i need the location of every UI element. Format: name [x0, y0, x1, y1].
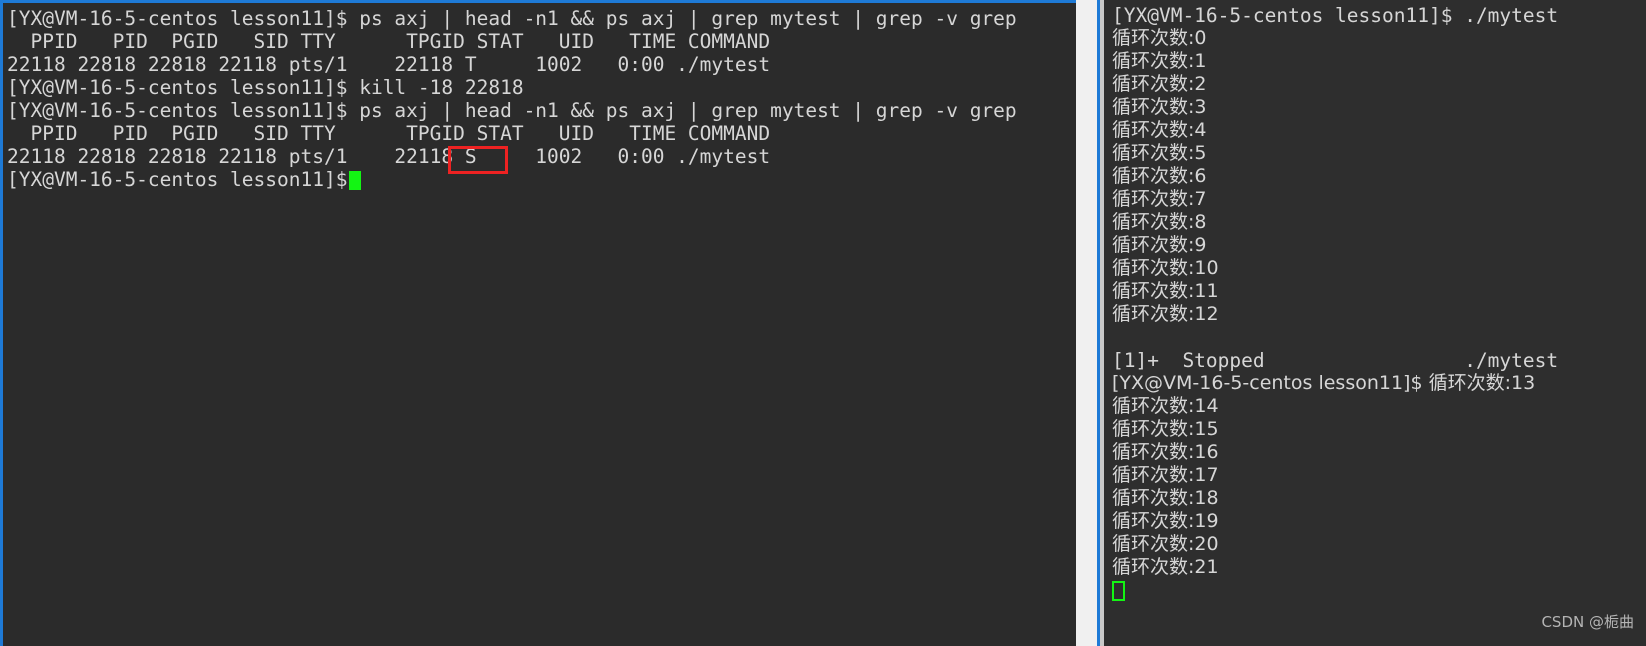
terminal-line: [1]+ Stopped ./mytest: [1112, 349, 1646, 372]
screenshot-root: [YX@VM-16-5-centos lesson11]$ ps axj | h…: [0, 0, 1646, 646]
terminal-line: PPID PID PGID SID TTY TPGID STAT UID TIM…: [7, 30, 1076, 53]
terminal-line: [YX@VM-16-5-centos lesson11]$ 循环次数:13: [1112, 372, 1646, 395]
loop-output: 循环次数:5: [1112, 142, 1207, 164]
left-pane-scrollbar-track[interactable]: [1076, 0, 1097, 646]
terminal-line: 循环次数:12: [1112, 303, 1646, 326]
terminal-line: [YX@VM-16-5-centos lesson11]$ ps axj | h…: [7, 99, 1076, 122]
loop-output: 循环次数:2: [1112, 73, 1207, 95]
loop-output: 循环次数:7: [1112, 188, 1207, 210]
left-terminal-content: [YX@VM-16-5-centos lesson11]$ ps axj | h…: [3, 3, 1076, 191]
terminal-line: 循环次数:11: [1112, 280, 1646, 303]
loop-output: 循环次数:14: [1112, 395, 1219, 417]
terminal-line: 循环次数:4: [1112, 119, 1646, 142]
terminal-line: 22118 22818 22818 22118 pts/1 22118 S 10…: [7, 145, 1076, 168]
terminal-line: 循环次数:2: [1112, 73, 1646, 96]
ps-header-row: PPID PID PGID SID TTY TPGID STAT UID TIM…: [7, 122, 771, 145]
terminal-line: [1112, 579, 1646, 602]
loop-output: 循环次数:19: [1112, 510, 1219, 532]
loop-output: 循环次数:21: [1112, 556, 1219, 578]
terminal-line: 循环次数:10: [1112, 257, 1646, 280]
loop-output: 循环次数:6: [1112, 165, 1207, 187]
watermark: CSDN @栀曲: [1541, 613, 1634, 631]
terminal-line: 循环次数:6: [1112, 165, 1646, 188]
terminal-line: 循环次数:18: [1112, 487, 1646, 510]
shell-prompt: [YX@VM-16-5-centos lesson11]$: [7, 168, 348, 191]
command-text: kill -18 22818: [347, 76, 524, 99]
terminal-line: 循环次数:1: [1112, 50, 1646, 73]
terminal-line: 循环次数:20: [1112, 533, 1646, 556]
terminal-line: [YX@VM-16-5-centos lesson11]$ kill -18 2…: [7, 76, 1076, 99]
command-text: [YX@VM-16-5-centos lesson11]$ ./mytest: [1112, 4, 1559, 27]
loop-output: 循环次数:11: [1112, 280, 1219, 302]
terminal-line: 循环次数:0: [1112, 27, 1646, 50]
terminal-line: 循环次数:3: [1112, 96, 1646, 119]
loop-output: 循环次数:16: [1112, 441, 1219, 463]
command-text: ps axj | head -n1 && ps axj | grep mytes…: [347, 7, 1017, 30]
terminal-line: 循环次数:16: [1112, 441, 1646, 464]
terminal-line: [YX@VM-16-5-centos lesson11]$ ./mytest: [1112, 4, 1646, 27]
terminal-line: 循环次数:8: [1112, 211, 1646, 234]
loop-output: 循环次数:20: [1112, 533, 1219, 555]
ps-data-row: 22118 22818 22818 22118 pts/1 22118 S 10…: [7, 145, 771, 168]
left-terminal-pane[interactable]: [YX@VM-16-5-centos lesson11]$ ps axj | h…: [0, 0, 1076, 646]
terminal-line: 循环次数:19: [1112, 510, 1646, 533]
terminal-line: [YX@VM-16-5-centos lesson11]$: [7, 168, 1076, 191]
shell-prompt: [YX@VM-16-5-centos lesson11]$: [7, 99, 348, 122]
loop-output: 循环次数:10: [1112, 257, 1219, 279]
loop-output: 循环次数:3: [1112, 96, 1207, 118]
terminal-line: 循环次数:21: [1112, 556, 1646, 579]
prompt-with-output: [YX@VM-16-5-centos lesson11]$ 循环次数:13: [1112, 372, 1536, 394]
loop-output: 循环次数:17: [1112, 464, 1219, 486]
terminal-line: 循环次数:17: [1112, 464, 1646, 487]
command-text: ps axj | head -n1 && ps axj | grep mytes…: [347, 99, 1017, 122]
terminal-line: 循环次数:9: [1112, 234, 1646, 257]
terminal-line: 22118 22818 22818 22118 pts/1 22118 T 10…: [7, 53, 1076, 76]
terminal-line: 循环次数:14: [1112, 395, 1646, 418]
right-terminal-content: [YX@VM-16-5-centos lesson11]$ ./mytest 循…: [1104, 0, 1646, 602]
terminal-line: 循环次数:15: [1112, 418, 1646, 441]
loop-output: 循环次数:9: [1112, 234, 1207, 256]
shell-prompt: [YX@VM-16-5-centos lesson11]$: [7, 76, 348, 99]
loop-output: 循环次数:15: [1112, 418, 1219, 440]
ps-data-row: 22118 22818 22818 22118 pts/1 22118 T 10…: [7, 53, 771, 76]
right-terminal-pane[interactable]: [YX@VM-16-5-centos lesson11]$ ./mytest 循…: [1104, 0, 1646, 646]
loop-output: 循环次数:4: [1112, 119, 1207, 141]
text-cursor: [1112, 581, 1125, 601]
loop-output: 循环次数:18: [1112, 487, 1219, 509]
loop-output: 循环次数:12: [1112, 303, 1219, 325]
loop-output: 循环次数:0: [1112, 27, 1207, 49]
loop-output: 循环次数:8: [1112, 211, 1207, 233]
terminal-line: 循环次数:7: [1112, 188, 1646, 211]
terminal-line: PPID PID PGID SID TTY TPGID STAT UID TIM…: [7, 122, 1076, 145]
ps-header-row: PPID PID PGID SID TTY TPGID STAT UID TIM…: [7, 30, 771, 53]
shell-prompt: [YX@VM-16-5-centos lesson11]$: [7, 7, 348, 30]
text-cursor: [349, 171, 362, 190]
terminal-line: [YX@VM-16-5-centos lesson11]$ ps axj | h…: [7, 7, 1076, 30]
job-status-text: [1]+ Stopped ./mytest: [1112, 349, 1559, 372]
terminal-line: 循环次数:5: [1112, 142, 1646, 165]
loop-output: 循环次数:1: [1112, 50, 1207, 72]
